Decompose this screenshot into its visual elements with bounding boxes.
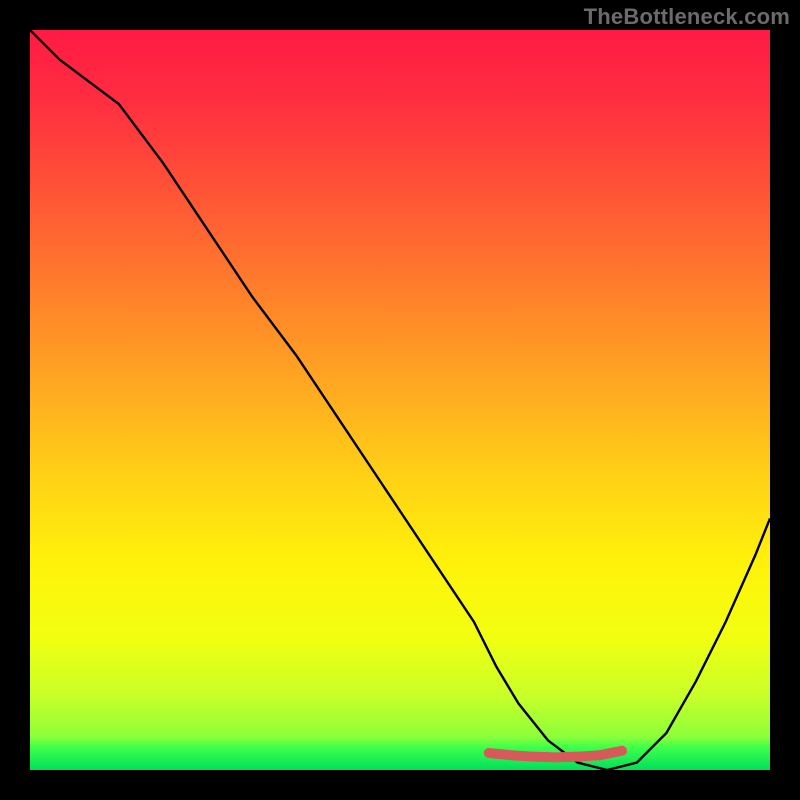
watermark-text: TheBottleneck.com	[584, 4, 790, 30]
plot-svg	[30, 30, 770, 770]
plot-area	[30, 30, 770, 770]
chart-frame: TheBottleneck.com	[0, 0, 800, 800]
gradient-background	[30, 30, 770, 770]
